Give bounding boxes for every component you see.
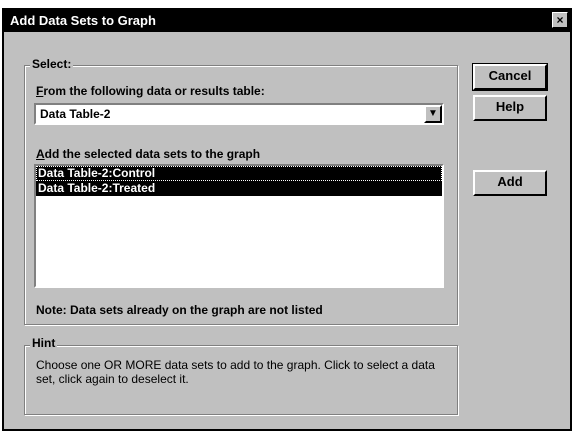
chevron-down-icon[interactable]: ▼ (424, 105, 442, 123)
note-text: Note: Data sets already on the graph are… (36, 303, 323, 317)
hint-group-legend: Hint (30, 336, 58, 350)
help-button[interactable]: Help (473, 95, 547, 121)
add-button[interactable]: Add (473, 170, 547, 196)
table-select[interactable]: Data Table-2 ▼ (34, 103, 444, 125)
table-label-text: rom the following data or results table: (43, 84, 265, 98)
title-bar[interactable]: Add Data Sets to Graph × (4, 10, 570, 32)
data-sets-label-text: dd the selected data sets to the graph (44, 147, 261, 161)
data-sets-label-mnemonic: A (36, 147, 45, 161)
table-label: From the following data or results table… (36, 84, 265, 98)
select-group-legend: Select: (30, 57, 74, 71)
list-item[interactable]: Data Table-2:Treated (36, 181, 442, 196)
table-select-value: Data Table-2 (40, 107, 111, 121)
dialog-title: Add Data Sets to Graph (10, 13, 156, 28)
list-item[interactable]: Data Table-2:Control (36, 166, 442, 181)
data-sets-listbox[interactable]: Data Table-2:Control Data Table-2:Treate… (34, 164, 444, 288)
hint-text: Choose one OR MORE data sets to add to t… (36, 358, 435, 386)
data-sets-label: Add the selected data sets to the graph (36, 147, 260, 161)
close-icon[interactable]: × (552, 12, 568, 28)
cancel-button[interactable]: Cancel (472, 63, 548, 91)
